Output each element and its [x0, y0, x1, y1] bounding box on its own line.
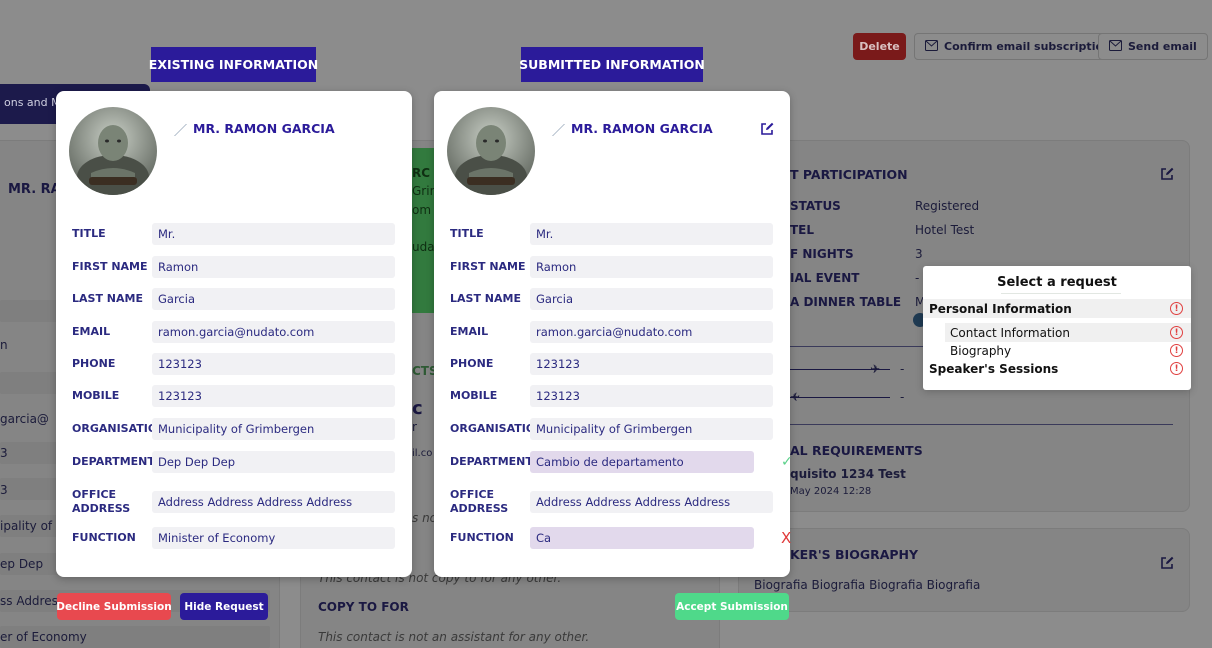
existing-information-header: EXISTING INFORMATION — [149, 47, 318, 82]
alert-icon: ! — [1170, 344, 1183, 357]
changed-value: Cambio de departamento — [530, 451, 754, 473]
confirm-email-subscription-button[interactable]: Confirm email subscription — [914, 33, 1122, 60]
speaker-name-bg: MR. RA — [8, 182, 61, 197]
field-department: DEPARTMENT Cambio de departamento ✓ — [450, 451, 793, 473]
plane-return-icon: ✈ — [790, 390, 801, 404]
field-function: FUNCTION Minister of Economy — [72, 527, 396, 549]
field-department: DEPARTMENT Dep Dep Dep — [72, 451, 396, 473]
field-title: TITLE Mr. — [72, 223, 396, 245]
participation-title: T PARTICIPATION — [790, 167, 908, 182]
field-last-name: LAST NAME Garcia — [450, 288, 774, 310]
field-phone: PHONE 123123 — [450, 353, 774, 375]
biography-title: KER'S BIOGRAPHY — [790, 547, 919, 562]
delete-button[interactable]: Delete — [853, 33, 906, 60]
request-biography[interactable]: Biography ! — [923, 341, 1191, 360]
submitted-information-header: SUBMITTED INFORMATION — [519, 47, 705, 82]
decline-submission-button[interactable]: Decline Submission — [56, 593, 172, 620]
plane-depart-icon: ✈ — [870, 362, 881, 376]
close-icon: X — [781, 529, 792, 547]
card-name: MR. RAMON GARCIA — [571, 121, 713, 136]
biography-text: Biografia Biografia Biografia Biografia — [754, 578, 981, 592]
biography-panel — [738, 528, 1190, 612]
check-icon: ✓ — [781, 454, 793, 470]
field-office-address: OFFICE ADDRESS Address Address Address Ad… — [72, 487, 396, 517]
field-email: EMAIL ramon.garcia@nudato.com — [450, 321, 774, 343]
copy-to-for-heading: COPY TO FOR — [318, 600, 409, 614]
edit-biography-icon[interactable] — [1160, 555, 1174, 569]
field-organisation: ORGANISATION Municipality of Grimbergen — [450, 418, 774, 440]
request-personal-information[interactable]: Personal Information ! — [923, 299, 1191, 318]
send-email-button[interactable]: Send email — [1098, 33, 1208, 60]
field-mobile: MOBILE 123123 — [72, 385, 396, 407]
submitted-information-card: MR. RAMON GARCIA TITLE Mr. FIRST NAME Ramo… — [434, 91, 793, 577]
field-mobile: MOBILE 123123 — [450, 385, 774, 407]
field-first-name: FIRST NAME Ramon — [72, 256, 396, 278]
field-first-name: FIRST NAME Ramon — [450, 256, 774, 278]
envelope-icon — [1109, 39, 1122, 54]
alert-icon: ! — [1170, 302, 1183, 315]
field-title: TITLE Mr. — [450, 223, 774, 245]
field-last-name: LAST NAME Garcia — [72, 288, 396, 310]
edit-participation-icon[interactable] — [1160, 166, 1174, 180]
field-phone: PHONE 123123 — [72, 353, 396, 375]
alert-icon: ! — [1170, 362, 1183, 375]
alert-icon: ! — [1170, 326, 1183, 339]
changed-value: Ca — [530, 527, 754, 549]
confirm-email-subscription-label: Confirm email subscription — [944, 40, 1111, 53]
special-requirements-title: AL REQUIREMENTS — [790, 443, 923, 458]
avatar — [69, 107, 157, 195]
envelope-check-icon — [925, 39, 938, 54]
field-email: EMAIL ramon.garcia@nudato.com — [72, 321, 396, 343]
request-speakers-sessions[interactable]: Speaker's Sessions ! — [923, 359, 1191, 378]
assistant-text: This contact is not an assistant for any… — [318, 630, 590, 644]
field-office-address: OFFICE ADDRESS Address Address Address Ad… — [450, 487, 774, 517]
hide-request-button[interactable]: Hide Request — [180, 593, 268, 620]
existing-information-card: MR. RAMON GARCIA TITLE Mr. FIRST NAME Ramo… — [56, 91, 412, 577]
card-name: MR. RAMON GARCIA — [193, 121, 335, 136]
field-organisation: ORGANISATION Municipality of Grimbergen — [72, 418, 396, 440]
request-contact-information[interactable]: Contact Information ! — [945, 323, 1191, 342]
edit-icon[interactable] — [760, 121, 774, 135]
accept-submission-button[interactable]: Accept Submission — [675, 593, 789, 620]
avatar — [447, 107, 535, 195]
send-email-label: Send email — [1128, 40, 1197, 53]
select-request-popup: Select a request Personal Information ! … — [923, 266, 1191, 390]
field-function: FUNCTION Ca X — [450, 527, 792, 549]
select-request-title: Select a request — [997, 275, 1117, 290]
